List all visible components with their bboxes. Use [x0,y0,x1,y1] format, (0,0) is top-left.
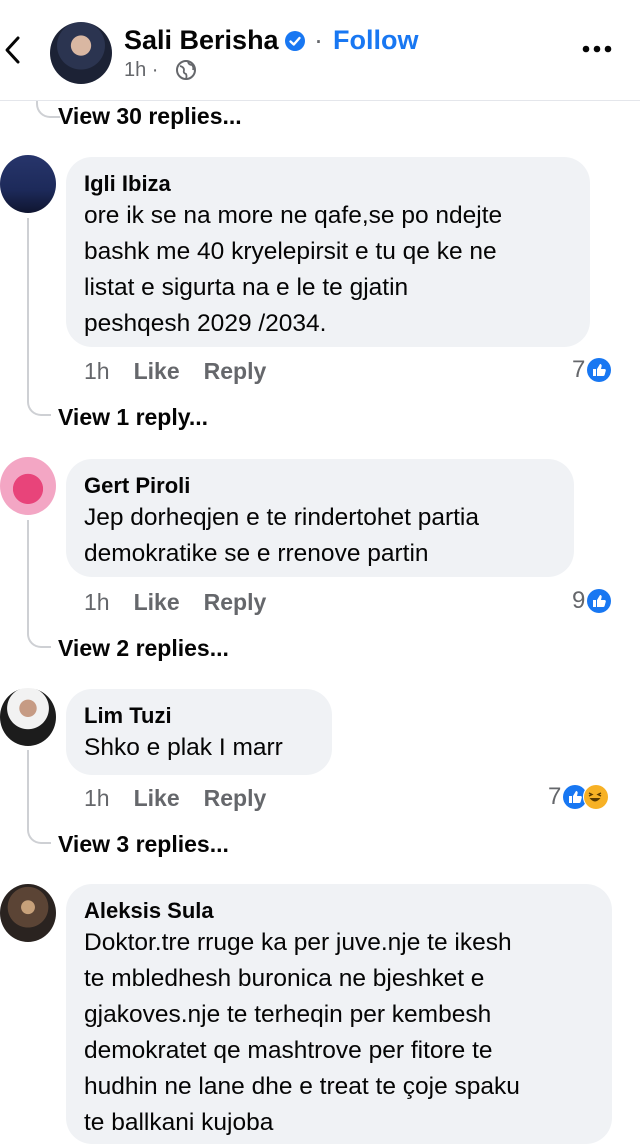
comment-author[interactable]: Igli Ibiza [84,170,572,198]
comment-author[interactable]: Gert Piroli [84,472,556,500]
separator-dot: · [314,25,323,55]
comment-bubble: Igli Ibiza ore ik se na more ne qafe,se … [66,157,590,347]
back-arrow-icon[interactable] [2,30,24,70]
page-avatar[interactable] [50,22,112,84]
avatar[interactable] [0,688,56,746]
reaction-summary[interactable]: 7 [572,356,612,384]
comment-actions: 1h Like Reply [84,784,290,812]
comment-thread-line [27,218,29,396]
comment-time: 1h [84,785,110,811]
reaction-count: 9 [572,587,586,614]
view-replies-link[interactable]: View 1 reply... [58,403,208,431]
globe-icon [176,60,196,80]
comment-thread-line [27,520,29,628]
page-name[interactable]: Sali Berisha [124,24,279,56]
comment-time: 1h [84,358,110,384]
post-time: 1h · [124,59,159,81]
reaction-summary[interactable]: 7 [548,783,610,811]
comment-author[interactable]: Lim Tuzi [84,702,314,730]
like-reaction-icon [587,358,612,382]
comment-thread-line [27,750,29,824]
like-button[interactable]: Like [134,358,180,384]
comment-text: Jep dorheqjen e te rindertohet partia de… [84,504,479,567]
reply-thread-connector [27,822,51,844]
like-reaction-icon [587,589,612,613]
comment-text: Shko e plak I marr [84,734,283,761]
avatar[interactable] [0,457,56,515]
post-header: Sali Berisha · Follow 1h · [0,0,640,101]
verified-badge-icon [285,31,305,51]
view-replies-link[interactable]: View 3 replies... [58,830,229,858]
like-button[interactable]: Like [134,589,180,615]
follow-button[interactable]: Follow [333,24,418,56]
comment-actions: 1h Like Reply [84,588,290,616]
comment-time: 1h [84,589,110,615]
comment-bubble: Lim Tuzi Shko e plak I marr [66,689,332,775]
reply-button[interactable]: Reply [204,358,267,384]
reply-button[interactable]: Reply [204,589,267,615]
avatar[interactable] [0,155,56,213]
reaction-count: 7 [572,356,586,383]
haha-reaction-icon [583,784,610,810]
reaction-summary[interactable]: 9 [572,587,612,615]
like-button[interactable]: Like [134,785,180,811]
avatar[interactable] [0,884,56,942]
comment-bubble: Aleksis Sula Doktor.tre rruge ka per juv… [66,884,612,1144]
view-replies-link[interactable]: View 30 replies... [58,102,242,130]
reply-thread-connector [27,394,51,416]
comment-text: Doktor.tre rruge ka per juve.nje te ikes… [84,929,520,1136]
view-replies-link[interactable]: View 2 replies... [58,634,229,662]
reply-thread-connector [27,626,51,648]
comment-text: ore ik se na more ne qafe,se po ndejte b… [84,202,503,337]
more-options-icon[interactable] [582,44,612,54]
reaction-count: 7 [548,783,562,810]
reply-button[interactable]: Reply [204,785,267,811]
comment-actions: 1h Like Reply [84,357,290,385]
comment-bubble: Gert Piroli Jep dorheqjen e te rindertoh… [66,459,574,577]
comment-author[interactable]: Aleksis Sula [84,897,594,925]
